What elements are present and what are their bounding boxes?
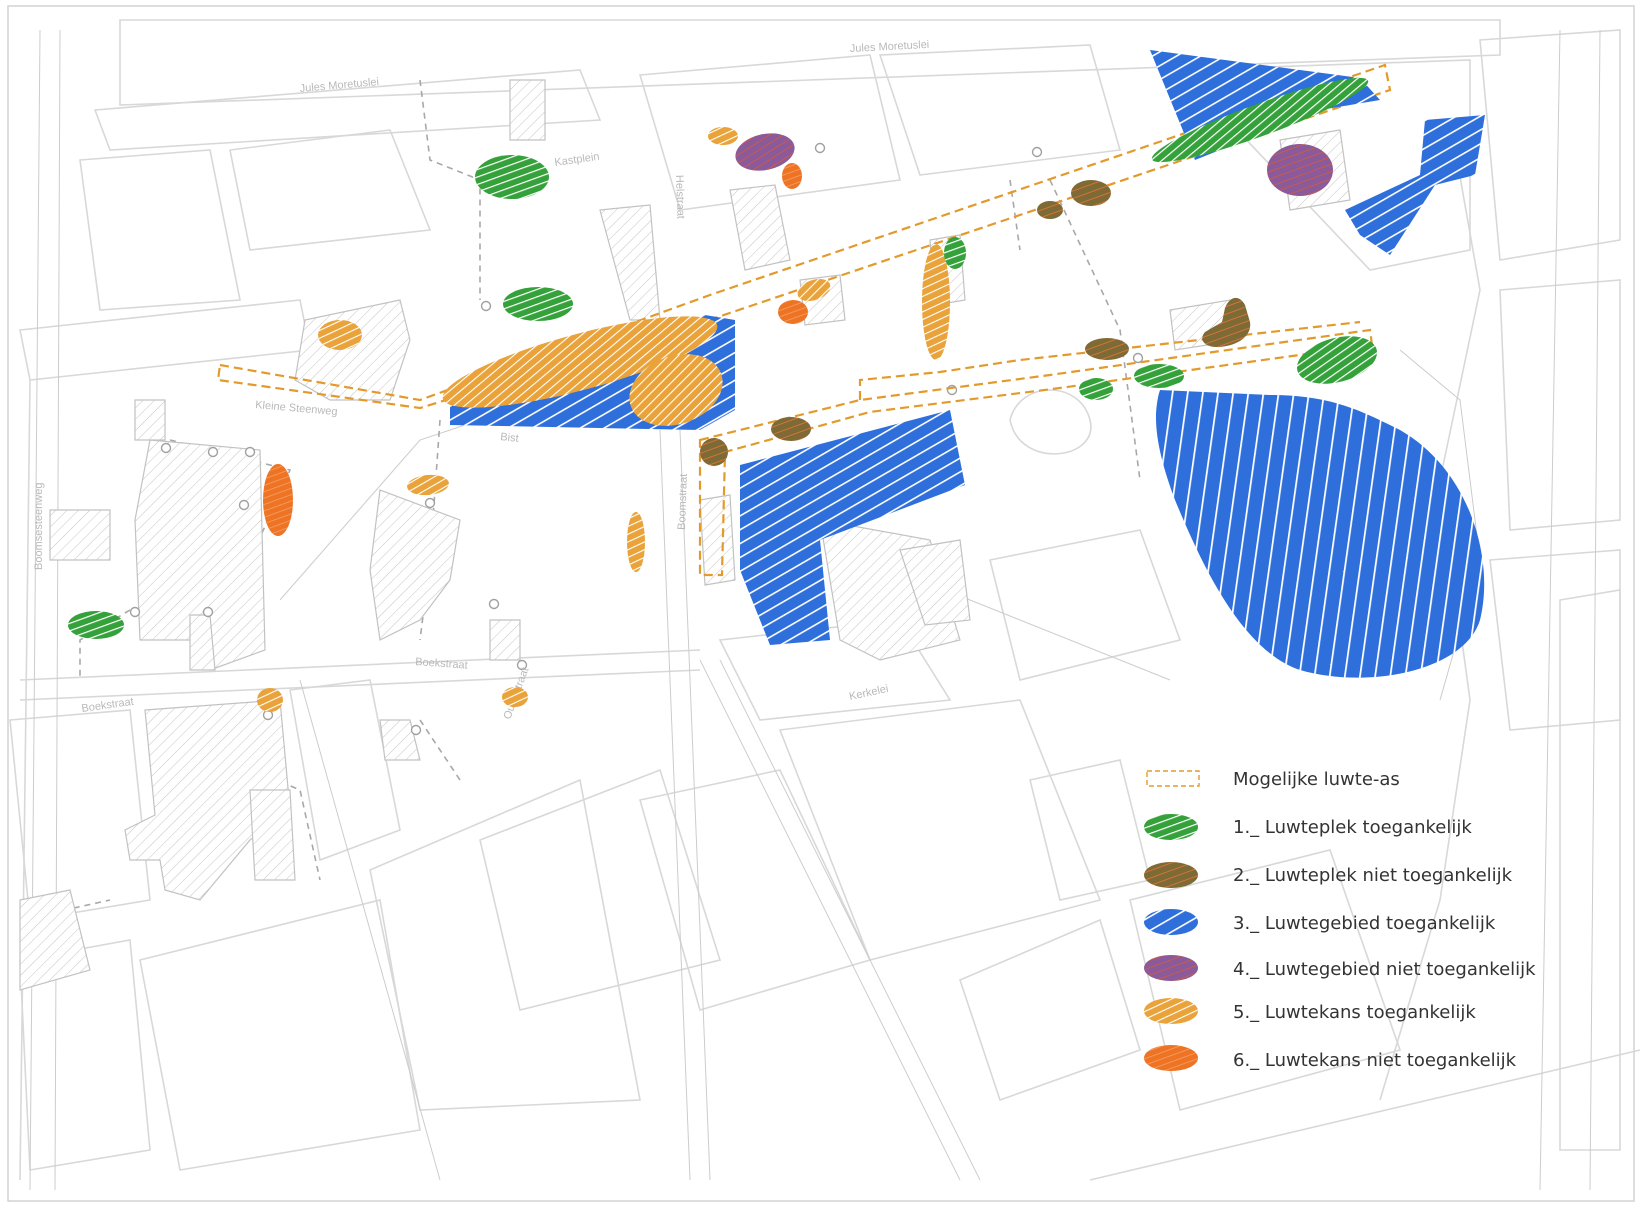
luwtekans-toegankelijk-zone <box>502 687 528 707</box>
luwteplek-toegankelijk-zone <box>68 611 124 639</box>
luwteplek-niet-toegankelijk-zone <box>1085 338 1129 360</box>
amber-hatched-ellipse-icon <box>1144 998 1198 1024</box>
luwtekans-toegankelijk-zone <box>627 512 645 572</box>
legend-axis-label: Mogelijke luwte-as <box>1233 769 1400 790</box>
luwtekans-toegankelijk-zone <box>708 127 738 145</box>
legend-item-label: 6._ Luwtekans niet toegankelijk <box>1233 1050 1517 1071</box>
purple-hatched-ellipse-icon <box>1144 955 1198 981</box>
luwteplek-toegankelijk-zone <box>475 155 549 199</box>
orange-hatched-ellipse-icon <box>1144 1045 1198 1071</box>
luwtegebied-niet-toegankelijk-zone <box>1267 144 1333 196</box>
brown-hatched-ellipse-icon <box>1144 862 1198 888</box>
street-label-boomsesteenweg: Boomsesteenweg <box>33 483 45 570</box>
map-canvas: Jules Moretuslei Jules Moretuslei Kleine… <box>7 5 1641 1202</box>
green-hatched-ellipse-icon <box>1144 814 1198 840</box>
luwteplek-toegankelijk-zone <box>944 237 966 269</box>
legend-item-label: 4._ Luwtegebied niet toegankelijk <box>1233 959 1536 980</box>
blue-hatched-ellipse-icon <box>1144 909 1198 935</box>
luwteplek-niet-toegankelijk-zone <box>700 438 728 466</box>
luwtekans-niet-toegankelijk-zone <box>263 464 293 536</box>
luwteplek-niet-toegankelijk-zone <box>771 417 811 441</box>
luwtekans-niet-toegankelijk-zone <box>778 300 808 324</box>
street-label-bist: Bist <box>500 431 519 445</box>
legend-item-label: 3._ Luwtegebied toegankelijk <box>1233 913 1496 934</box>
legend-item-label: 2._ Luwteplek niet toegankelijk <box>1233 865 1513 886</box>
street-label-helstraat: Helstraat <box>673 175 687 219</box>
legend-item-label: 1._ Luwteplek toegankelijk <box>1233 817 1472 838</box>
luwteplek-toegankelijk-zone <box>503 287 573 321</box>
legend-item-label: 5._ Luwtekans toegankelijk <box>1233 1002 1476 1023</box>
luwtekans-toegankelijk-zone <box>318 320 362 350</box>
luwtekans-toegankelijk-zone <box>257 688 283 712</box>
luwteplek-toegankelijk-zone <box>1134 364 1184 388</box>
luwteplek-toegankelijk-zone <box>1079 378 1113 400</box>
luwteplek-niet-toegankelijk-zone <box>1071 180 1111 206</box>
street-label-boomstraat: Boomstraat <box>676 473 690 530</box>
luwteplek-niet-toegankelijk-zone <box>1037 201 1063 219</box>
luwtekans-niet-toegankelijk-zone <box>782 163 802 189</box>
